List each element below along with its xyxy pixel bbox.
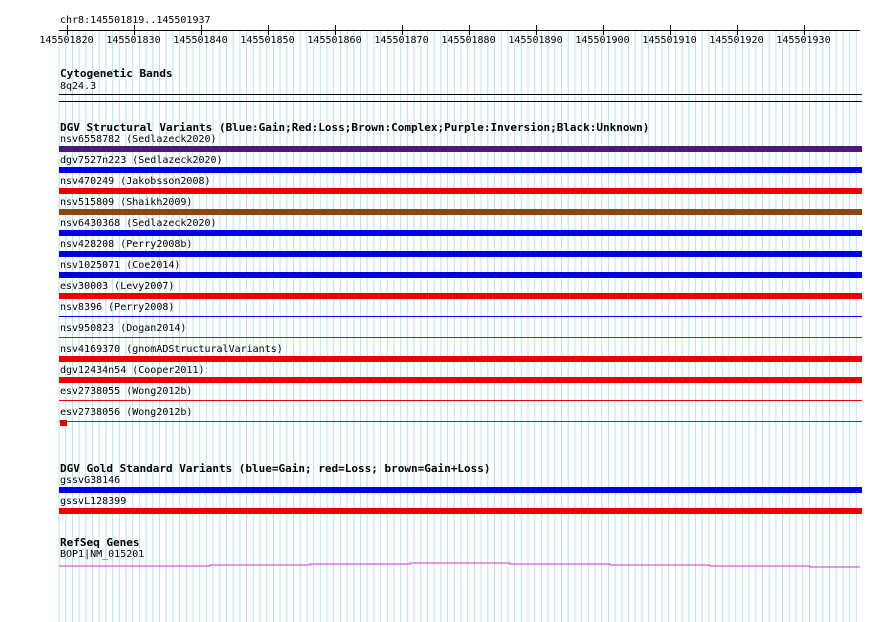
dgv-feature-bar[interactable]: [59, 146, 862, 152]
ruler-tick-label: 145501850: [240, 35, 295, 46]
cytoband-bar[interactable]: [59, 94, 862, 95]
ruler-tick-label: 145501890: [508, 35, 563, 46]
ruler-tick-mark: [803, 25, 805, 35]
ruler-tick-mark: [200, 25, 202, 35]
dgv-feature-label[interactable]: esv30003 (Levy2007): [60, 281, 174, 292]
ruler-tick-mark: [535, 25, 537, 35]
dgv-feature-bar[interactable]: [59, 316, 862, 317]
dgv-feature-bar[interactable]: [59, 421, 862, 422]
dgv-feature-label[interactable]: dgv7527n223 (Sedlazeck2020): [60, 155, 223, 166]
gold-feature-label[interactable]: gssvL128399: [60, 496, 126, 507]
ruler-tick-mark: [334, 25, 336, 35]
dgv-feature-label[interactable]: nsv8396 (Perry2008): [60, 302, 174, 313]
dgv-feature-label[interactable]: nsv4169370 (gnomADStructuralVariants): [60, 344, 283, 355]
refseq-gene-model[interactable]: [0, 558, 890, 570]
ruler-tick-label: 145501830: [106, 35, 161, 46]
gold-track-title[interactable]: DGV Gold Standard Variants (blue=Gain; r…: [60, 463, 490, 475]
dgv-feature-bar[interactable]: [59, 251, 862, 257]
ruler-tick-label: 145501880: [441, 35, 496, 46]
ruler-tick-mark: [602, 25, 604, 35]
ruler-tick-mark: [267, 25, 269, 35]
ruler-tick-mark: [133, 25, 135, 35]
dgv-feature-bar[interactable]: [59, 230, 862, 236]
dgv-feature-label[interactable]: nsv6430368 (Sedlazeck2020): [60, 218, 217, 229]
dgv-feature-bar[interactable]: [59, 337, 862, 338]
dgv-feature-label[interactable]: nsv515809 (Shaikh2009): [60, 197, 192, 208]
cytoband-baseline: [59, 101, 862, 102]
ruler-tick-mark: [401, 25, 403, 35]
ruler-tick-mark: [468, 25, 470, 35]
locus-label: chr8:145501819..145501937: [60, 15, 211, 26]
dgv-feature-bar[interactable]: [59, 272, 862, 278]
cytoband-label: 8q24.3: [60, 81, 97, 92]
ruler-tick-label: 145501920: [709, 35, 764, 46]
ruler-axis: [59, 30, 860, 31]
dgv-feature-label[interactable]: esv2738056 (Wong2012b): [60, 407, 192, 418]
ruler-tick-label: 145501820: [39, 35, 94, 46]
dgv-feature-bar[interactable]: [59, 293, 862, 299]
gold-feature-label[interactable]: gssvG38146: [60, 475, 120, 486]
dgv-feature-bar[interactable]: [59, 188, 862, 194]
dgv-feature-bar[interactable]: [59, 209, 862, 215]
cytoband-track-title[interactable]: Cytogenetic Bands: [60, 68, 173, 80]
dgv-feature-bar[interactable]: [59, 167, 862, 173]
refseq-track-title[interactable]: RefSeq Genes: [60, 537, 139, 549]
dgv-feature-bar[interactable]: [59, 400, 862, 401]
ruler-tick-label: 145501900: [575, 35, 630, 46]
dgv-feature-label[interactable]: nsv950823 (Dogan2014): [60, 323, 186, 334]
dgv-feature-bar[interactable]: [59, 377, 862, 383]
dgv-feature-label[interactable]: esv2738055 (Wong2012b): [60, 386, 192, 397]
dgv-track-title[interactable]: DGV Structural Variants (Blue:Gain;Red:L…: [60, 122, 649, 134]
dgv-feature-bar[interactable]: [59, 356, 862, 362]
ruler-tick-mark: [736, 25, 738, 35]
ruler-tick-label: 145501870: [374, 35, 429, 46]
dgv-feature-label[interactable]: nsv1025071 (Coe2014): [60, 260, 180, 271]
dgv-feature-label[interactable]: nsv470249 (Jakobsson2008): [60, 176, 211, 187]
ruler-tick-label: 145501930: [776, 35, 831, 46]
ruler-tick-label: 145501860: [307, 35, 362, 46]
dgv-small-loss-feature[interactable]: [60, 420, 67, 426]
dgv-feature-label[interactable]: nsv428208 (Perry2008b): [60, 239, 192, 250]
ruler-tick-mark: [66, 25, 68, 35]
ruler-tick-mark: [669, 25, 671, 35]
ruler-tick-label: 145501840: [173, 35, 228, 46]
ruler-tick-label: 145501910: [642, 35, 697, 46]
dgv-feature-label[interactable]: nsv6558782 (Sedlazeck2020): [60, 134, 217, 145]
gold-feature-bar[interactable]: [59, 508, 862, 514]
dgv-feature-label[interactable]: dgv12434n54 (Cooper2011): [60, 365, 205, 376]
gold-feature-bar[interactable]: [59, 487, 862, 493]
